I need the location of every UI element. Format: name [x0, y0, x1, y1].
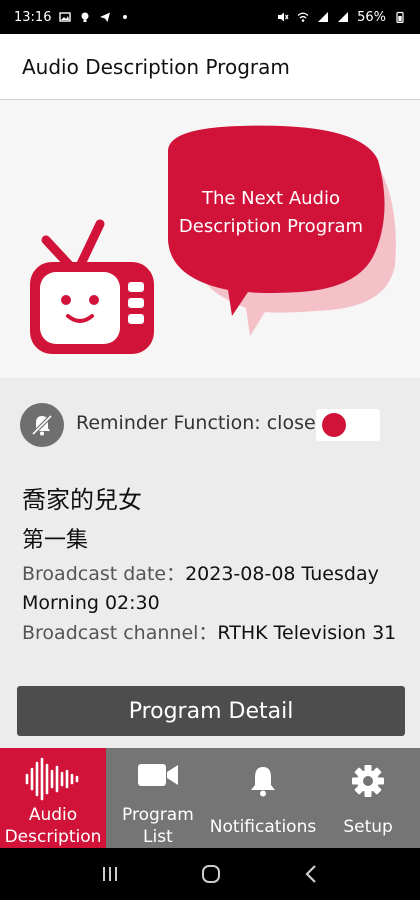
tab-label: Setup	[343, 817, 393, 837]
mute-status-icon	[278, 12, 289, 22]
notification-off-icon	[20, 403, 64, 447]
bell-icon	[251, 767, 275, 797]
home-icon[interactable]	[200, 863, 222, 885]
bottom-tab-bar: Audio Description Program List Notificat…	[0, 748, 420, 848]
telegram-notification-icon	[100, 12, 111, 22]
tab-audio-description[interactable]: Audio Description	[0, 748, 106, 848]
bulb-notification-icon	[81, 12, 89, 22]
status-bar: 13:16 56%	[0, 0, 420, 34]
bubble-text-line1: The Next Audio	[201, 188, 340, 209]
program-detail-button[interactable]: Program Detail	[17, 686, 405, 736]
signal-status-icon	[318, 12, 329, 22]
hero-banner: The Next Audio Description Program	[0, 100, 420, 378]
tab-label: Notifications	[209, 817, 317, 837]
battery-icon	[396, 11, 404, 23]
tab-label: Program List	[122, 805, 194, 847]
status-time: 13:16	[14, 9, 52, 25]
wifi-status-icon	[297, 12, 309, 22]
recent-apps-icon[interactable]	[100, 865, 120, 883]
system-nav-bar	[0, 848, 420, 900]
tab-setup[interactable]: Setup	[316, 748, 420, 848]
program-episode: 第一集	[22, 528, 89, 553]
audio-wave-icon	[25, 757, 79, 801]
gear-icon	[352, 765, 385, 797]
reminder-label: Reminder Function: close	[76, 412, 316, 434]
dot-notification-icon	[123, 15, 128, 19]
broadcast-date: Broadcast date：2023-08-08 Tuesday Mornin…	[22, 560, 402, 618]
signal2-status-icon	[338, 12, 349, 22]
reminder-toggle[interactable]	[316, 409, 380, 441]
tab-notifications[interactable]: Notifications	[210, 748, 316, 848]
tab-label: Audio Description	[4, 805, 102, 847]
broadcast-date-label: Broadcast date：	[22, 563, 186, 585]
video-camera-icon	[137, 764, 178, 786]
toggle-knob	[322, 413, 346, 437]
battery-percent: 56%	[357, 9, 386, 25]
tv-mascot-illustration: The Next Audio Description Program	[30, 125, 396, 354]
image-notification-icon	[59, 12, 72, 22]
back-icon[interactable]	[302, 864, 320, 884]
broadcast-channel: Broadcast channel：RTHK Television 31	[22, 619, 402, 648]
tv-icon	[30, 219, 154, 354]
app-header: Audio Description Program	[0, 34, 420, 100]
program-title: 喬家的兒女	[22, 486, 142, 514]
bubble-text-line2: Description Program	[179, 216, 363, 237]
page-title: Audio Description Program	[22, 54, 290, 79]
broadcast-channel-label: Broadcast channel：	[22, 622, 218, 644]
broadcast-channel-value: RTHK Television 31	[217, 622, 397, 644]
tab-program-list[interactable]: Program List	[106, 748, 210, 848]
